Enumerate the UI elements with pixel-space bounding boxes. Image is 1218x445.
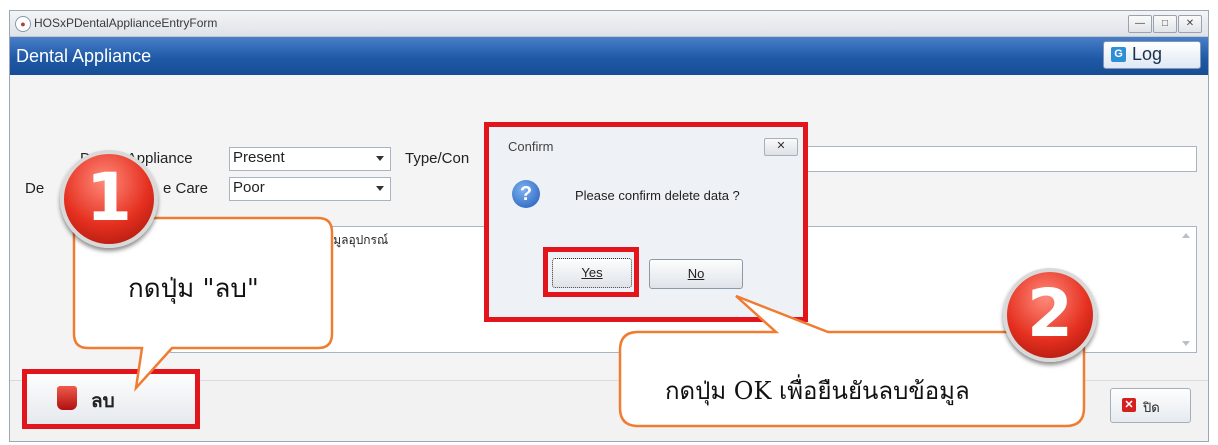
type-condition-field[interactable] <box>800 146 1197 172</box>
chevron-down-icon <box>376 186 384 191</box>
maximize-button[interactable]: □ <box>1153 15 1177 33</box>
step-2-badge: 2 <box>1003 268 1097 362</box>
log-button-label: Log <box>1132 44 1163 64</box>
dental-appliance-select[interactable]: Present <box>229 147 391 171</box>
page-title: Dental Appliance <box>16 46 152 66</box>
close-form-button[interactable]: ✕ ปิด <box>1110 388 1191 423</box>
type-condition-label: Type/Con <box>405 150 470 167</box>
form-header: Dental Appliance G Log <box>10 37 1208 75</box>
step-1-badge: 1 <box>60 150 158 248</box>
log-icon: G <box>1111 47 1126 62</box>
no-button-label: No <box>687 266 705 281</box>
question-icon: ? <box>512 180 540 208</box>
appliance-care-value: Poor <box>233 179 265 196</box>
window-title: HOSxPDentalApplianceEntryForm <box>34 16 218 30</box>
log-button[interactable]: G Log <box>1103 41 1201 69</box>
title-bar[interactable]: ● HOSxPDentalApplianceEntryForm — □ ✕ <box>10 11 1208 37</box>
callout-1-text: กดปุ่ม "ลบ" <box>128 274 259 304</box>
scroll-up-icon[interactable] <box>1182 233 1190 238</box>
chevron-down-icon <box>376 156 384 161</box>
minimize-button[interactable]: — <box>1128 15 1152 33</box>
dialog-message: Please confirm delete data ? <box>575 188 740 203</box>
care-label-right: e Care <box>163 180 209 197</box>
close-icon: ✕ <box>1122 398 1136 412</box>
appliance-care-select[interactable]: Poor <box>229 177 391 201</box>
dialog-title: Confirm <box>508 139 554 154</box>
window-close-button[interactable]: ✕ <box>1178 15 1202 33</box>
yes-button-label: Yes <box>581 265 603 280</box>
care-label-left: De <box>25 180 45 197</box>
dialog-close-button[interactable]: ✕ <box>764 138 798 156</box>
scroll-down-icon[interactable] <box>1182 341 1190 346</box>
app-icon: ● <box>15 16 31 32</box>
no-button[interactable]: No <box>649 259 743 289</box>
callout-2-text: กดปุ่ม OK เพื่อยืนยันลบข้อมูล <box>665 377 970 405</box>
yes-button[interactable]: Yes <box>552 258 632 288</box>
close-form-label: ปิด <box>1143 400 1160 415</box>
dental-appliance-value: Present <box>233 149 285 166</box>
